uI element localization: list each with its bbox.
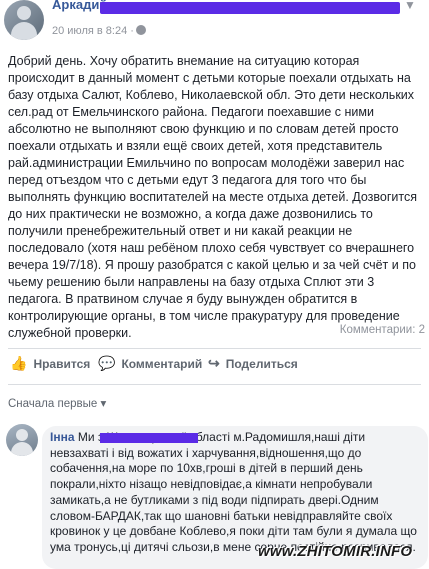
divider [8,348,421,349]
action-bar: 👍 Нравится 💬 Комментарий ↪ Поделиться [0,355,429,379]
commenter-avatar[interactable] [6,424,38,456]
share-button[interactable]: ↪ Поделиться [208,355,298,372]
chevron-down-icon[interactable]: ▼ [404,0,416,12]
comment-text: Ми з Житомирської області м.Радомишля,на… [50,430,417,554]
sort-comments-dropdown[interactable]: Сначала первые ▾ [8,396,106,410]
comments-count[interactable]: Комментарии: 2 [340,324,425,336]
divider [8,384,421,385]
comment-icon: 💬 [98,355,116,371]
redaction-bar [100,433,198,443]
post-text: Добрий день. Хочу обратить внемание на с… [8,54,418,340]
comment-body: Інна Ми з Житомирської області м.Радомиш… [50,430,422,556]
comment-button[interactable]: 💬 Комментарий [98,355,202,372]
post-date[interactable]: 20 июля в 8:24 · [52,25,146,37]
commenter-name[interactable]: Інна [50,430,75,444]
globe-icon [135,25,146,35]
thumbs-up-icon: 👍 [10,355,28,371]
post-header: Аркадий ▼ 20 июля в 8:24 · [0,0,429,46]
share-icon: ↪ [208,355,220,371]
like-button[interactable]: 👍 Нравится [10,355,90,372]
redaction-bar [100,2,400,14]
author-avatar[interactable] [4,0,44,40]
watermark: www.ZHITOMIR.INFO [258,543,413,560]
